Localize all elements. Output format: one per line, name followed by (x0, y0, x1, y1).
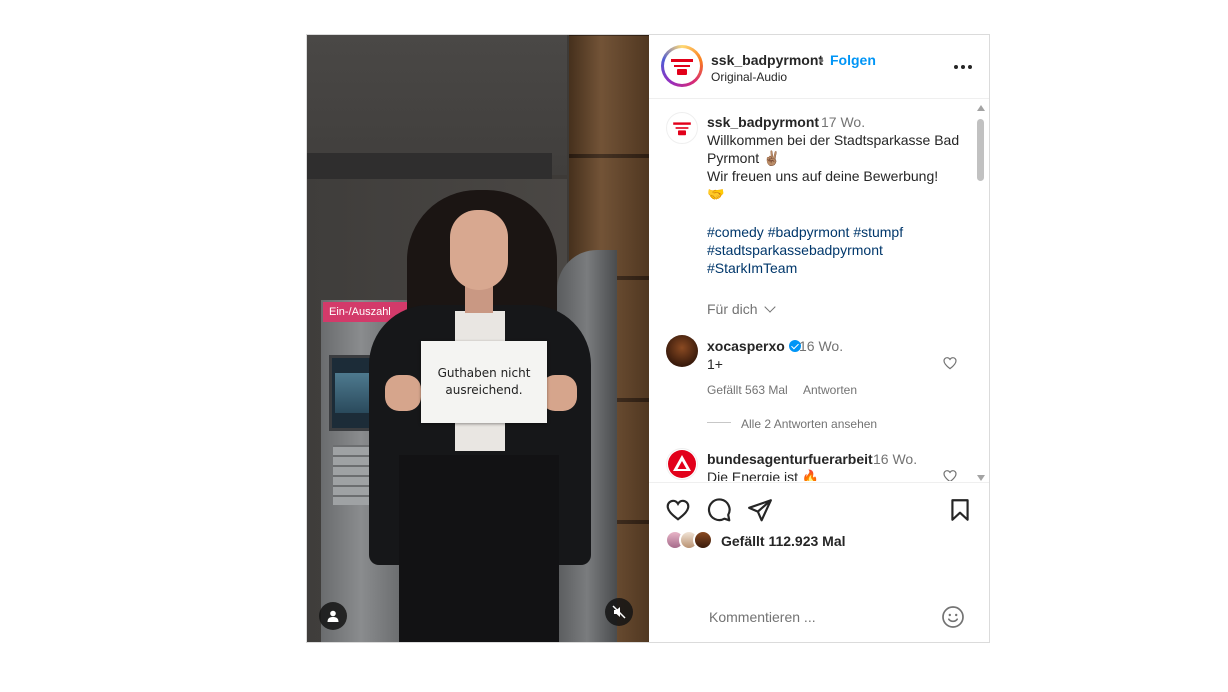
caption-hashtags: #comedy #badpyrmont #stumpf #stadtsparka… (707, 223, 969, 277)
comment-bubble-icon[interactable] (706, 497, 732, 523)
hashtag-link[interactable]: #stumpf (853, 224, 903, 240)
replies-divider (707, 422, 731, 423)
comment-likes[interactable]: Gefällt 563 Mal (707, 381, 788, 399)
liked-by-avatars[interactable] (665, 530, 721, 552)
speaker-muted-icon (612, 605, 626, 619)
for-you-label: Für dich (707, 301, 758, 317)
caption-timestamp[interactable]: 17 Wo. (821, 113, 865, 131)
caption-line-3: 🤝 (707, 186, 725, 202)
post-video[interactable]: Ein-/Auszahl Guthaben nicht ausreichend. (307, 35, 649, 642)
comment-like-heart-icon[interactable] (942, 468, 958, 481)
caption-avatar[interactable] (666, 112, 698, 144)
liker-avatar (693, 530, 713, 550)
video-person-face (450, 210, 508, 290)
comment-input[interactable] (709, 603, 929, 631)
dot-icon (961, 65, 965, 69)
dot-icon (954, 65, 958, 69)
comment-avatar[interactable] (666, 335, 698, 367)
scroll-down-arrow-icon[interactable] (977, 475, 985, 481)
follow-button[interactable]: Folgen (830, 52, 876, 68)
audio-label[interactable]: Original-Audio (711, 70, 787, 84)
hashtag-link[interactable]: #StarkImTeam (707, 260, 797, 276)
comment-username[interactable]: bundesagenturfuerarbeit (707, 450, 873, 468)
chevron-down-icon (763, 301, 776, 313)
for-you-dropdown[interactable]: Für dich (707, 300, 776, 318)
video-atm-keypad (333, 445, 373, 505)
scroll-up-arrow-icon[interactable] (977, 105, 985, 111)
comment-like-heart-icon[interactable] (942, 355, 958, 371)
like-heart-icon[interactable] (665, 497, 691, 523)
sparkasse-logo-icon (672, 120, 693, 136)
hashtag-link[interactable]: #badpyrmont (768, 224, 850, 240)
video-lintel (307, 153, 552, 179)
comment-text: 1+ (707, 356, 723, 372)
instagram-post: Ein-/Auszahl Guthaben nicht ausreichend. (306, 34, 990, 643)
comment-timestamp[interactable]: 16 Wo. (873, 450, 917, 468)
header-avatar[interactable] (661, 45, 703, 87)
comments-scrollbar[interactable] (975, 105, 987, 481)
view-replies-button[interactable]: Alle 2 Antworten ansehen (741, 415, 877, 433)
caption-line-2: Wir freuen uns auf deine Bewerbung! (707, 168, 939, 184)
caption-text: Willkommen bei der Stadtsparkasse Bad Py… (707, 131, 969, 203)
tagged-people-button[interactable] (319, 602, 347, 630)
hashtag-link[interactable]: #comedy (707, 224, 764, 240)
comment-text: Die Energie ist 🔥 (707, 469, 820, 481)
comment-timestamp[interactable]: 16 Wo. (799, 337, 843, 355)
video-person-pants (399, 455, 559, 642)
hashtag-link[interactable]: #stadtsparkassebadpyrmont (707, 242, 883, 258)
reply-button[interactable]: Antworten (803, 381, 857, 399)
avatar-inner (664, 48, 700, 84)
header-username[interactable]: ssk_badpyrmont (711, 52, 823, 68)
comment-avatar[interactable] (666, 448, 698, 480)
bundesagentur-logo-icon (668, 450, 696, 478)
comment-bar (649, 595, 989, 643)
post-side-panel: ssk_badpyrmont • Folgen Original-Audio s… (649, 35, 989, 642)
post-actions: Gefällt 112.923 Mal (649, 482, 989, 643)
more-options-button[interactable] (951, 55, 975, 79)
mute-button[interactable] (605, 598, 633, 626)
emoji-smiley-icon[interactable] (941, 605, 965, 629)
caption-username[interactable]: ssk_badpyrmont (707, 113, 819, 131)
likes-count[interactable]: Gefällt 112.923 Mal (721, 533, 846, 549)
video-held-sign: Guthaben nicht ausreichend. (421, 341, 547, 423)
comment-username[interactable]: xocasperxo (707, 337, 801, 355)
sign-line-1: Guthaben nicht (437, 366, 531, 380)
caption-line-1: Willkommen bei der Stadtsparkasse Bad Py… (707, 132, 960, 166)
sign-line-2: ausreichend. (445, 383, 523, 397)
scrollbar-thumb[interactable] (977, 119, 984, 181)
sparkasse-logo-icon (669, 56, 695, 76)
video-person-hand-left (385, 375, 421, 411)
share-paper-plane-icon[interactable] (747, 497, 773, 523)
bookmark-icon[interactable] (947, 497, 973, 523)
dot-icon (968, 65, 972, 69)
person-icon (327, 610, 339, 622)
header-separator: • (819, 52, 824, 68)
post-header: ssk_badpyrmont • Folgen Original-Audio (649, 35, 989, 99)
comments-section[interactable]: ssk_badpyrmont 17 Wo. Willkommen bei der… (649, 99, 989, 481)
